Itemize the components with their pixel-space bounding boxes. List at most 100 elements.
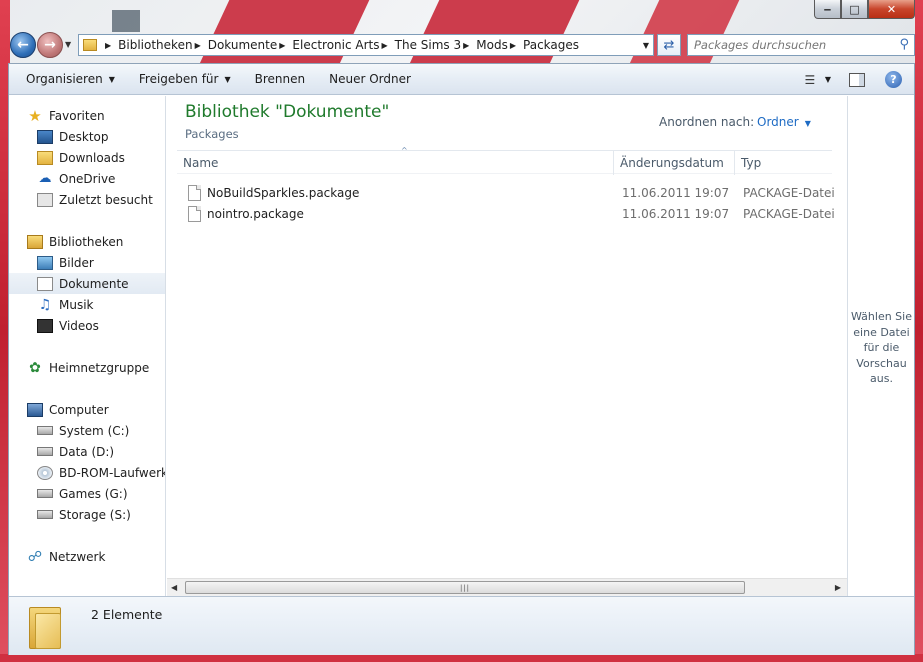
file-row[interactable]: nointro.package 11.06.2011 19:07 PACKAGE… <box>177 203 835 224</box>
file-row[interactable]: NoBuildSparkles.package 11.06.2011 19:07… <box>177 182 835 203</box>
address-dropdown-icon[interactable]: ▼ <box>643 41 649 50</box>
horizontal-scrollbar[interactable]: ◀ ||| ▶ <box>167 578 847 596</box>
library-title: Bibliothek "Dokumente" <box>185 102 390 122</box>
recent-places-icon <box>37 192 53 207</box>
file-icon <box>188 206 201 222</box>
document-icon <box>37 276 53 291</box>
view-dropdown-icon[interactable]: ▼ <box>825 75 831 84</box>
nav-item-drive-d[interactable]: Data (D:) <box>37 441 114 462</box>
nav-item-homegroup[interactable]: ✿ Heimnetzgruppe <box>27 357 149 378</box>
search-input[interactable] <box>694 38 890 52</box>
column-header: ^ Name Änderungsdatum Typ <box>177 146 832 175</box>
nav-item-libraries[interactable]: Bibliotheken <box>27 231 123 252</box>
share-with-button[interactable]: Freigeben für ▼ <box>127 64 243 95</box>
breadcrumb-bibliotheken[interactable]: Bibliotheken ▶ <box>118 38 208 52</box>
pictures-icon <box>37 255 53 270</box>
file-name: nointro.package <box>207 206 304 221</box>
preview-pane-toggle-icon[interactable] <box>849 72 865 87</box>
breadcrumb-electronic-arts[interactable]: Electronic Arts ▶ <box>292 38 394 52</box>
nav-item-drive-c[interactable]: System (C:) <box>37 420 129 441</box>
file-name: NoBuildSparkles.package <box>207 185 360 200</box>
breadcrumb-dokumente[interactable]: Dokumente ▶ <box>208 38 293 52</box>
chevron-down-icon: ▼ <box>224 74 231 84</box>
chevron-down-icon: ▼ <box>804 119 811 128</box>
refresh-button[interactable]: ⇄ <box>657 34 681 56</box>
window-caption-buttons: ‒ □ ✕ <box>814 0 915 19</box>
organize-button[interactable]: Organisieren ▼ <box>9 64 127 95</box>
nav-item-drive-g[interactable]: Games (G:) <box>37 483 128 504</box>
address-bar[interactable]: ▶ Bibliotheken ▶ Dokumente ▶ Electronic Ar… <box>78 34 654 56</box>
cloud-icon: ☁ <box>38 171 52 186</box>
back-arrow-icon: ← <box>17 37 29 53</box>
file-icon <box>188 185 201 201</box>
scroll-left-icon[interactable]: ◀ <box>171 583 177 592</box>
nav-item-favorites[interactable]: ★ Favoriten <box>27 105 104 126</box>
burn-button[interactable]: Brennen <box>243 64 317 95</box>
breadcrumb-the-sims-3[interactable]: The Sims 3 ▶ <box>395 38 477 52</box>
chevron-right-icon[interactable]: ▶ <box>463 41 469 50</box>
nav-item-drive-s[interactable]: Storage (S:) <box>37 504 131 525</box>
desktop-icon <box>37 129 53 144</box>
help-icon[interactable]: ? <box>885 71 902 88</box>
computer-icon <box>27 402 43 417</box>
breadcrumb-mods[interactable]: Mods ▶ <box>476 38 523 52</box>
music-note-icon: ♫ <box>38 296 52 313</box>
arrange-by-label: Anordnen nach: <box>659 115 755 129</box>
column-date[interactable]: Änderungsdatum <box>614 151 734 175</box>
drive-icon <box>37 447 53 456</box>
scrollbar-thumb[interactable]: ||| <box>185 581 745 594</box>
libraries-icon <box>27 234 43 249</box>
nav-item-downloads[interactable]: Downloads <box>37 147 125 168</box>
scroll-right-icon[interactable]: ▶ <box>835 583 841 592</box>
chevron-down-icon: ▼ <box>108 74 115 84</box>
drive-icon <box>37 510 53 519</box>
drive-icon <box>37 489 53 498</box>
file-type: PACKAGE-Datei <box>743 185 835 200</box>
chevron-right-icon[interactable]: ▶ <box>279 41 285 50</box>
arrange-by-dropdown[interactable]: Ordner ▼ <box>757 115 811 129</box>
chevron-right-icon[interactable]: ▶ <box>105 41 111 50</box>
nav-item-recent[interactable]: Zuletzt besucht <box>37 189 153 210</box>
nav-item-computer[interactable]: Computer <box>27 399 109 420</box>
breadcrumb-packages[interactable]: Packages <box>523 38 579 52</box>
downloads-folder-icon <box>37 150 53 165</box>
nav-item-bd-rom[interactable]: BD-ROM-Laufwerk ( <box>37 462 165 483</box>
back-button[interactable]: ← <box>10 32 36 58</box>
search-box[interactable]: ⚲ <box>687 34 915 56</box>
recent-pages-dropdown[interactable]: ▼ <box>65 40 71 49</box>
nav-item-desktop[interactable]: Desktop <box>37 126 109 147</box>
navigation-bar: ← → ▼ ▶ Bibliotheken ▶ Dokumente ▶ Electro… <box>8 30 915 60</box>
star-icon: ★ <box>28 106 42 125</box>
chevron-right-icon[interactable]: ▶ <box>510 41 516 50</box>
command-bar: Organisieren ▼ Freigeben für ▼ Brennen Neu… <box>9 64 914 95</box>
nav-item-music[interactable]: ♫ Musik <box>37 294 94 315</box>
file-list-area[interactable]: Bibliothek "Dokumente" Packages Anordnen… <box>167 96 847 596</box>
column-type[interactable]: Typ <box>735 151 831 175</box>
forward-button[interactable]: → <box>37 32 63 58</box>
preview-placeholder-text: Wählen Sie eine Datei für die Vorschau a… <box>851 310 912 385</box>
refresh-icon: ⇄ <box>663 37 675 53</box>
nav-item-onedrive[interactable]: ☁ OneDrive <box>37 168 116 189</box>
nav-item-documents[interactable]: Dokumente <box>9 273 165 294</box>
nav-item-network[interactable]: ☍ Netzwerk <box>27 546 106 567</box>
chevron-right-icon[interactable]: ▶ <box>382 41 388 50</box>
nav-item-pictures[interactable]: Bilder <box>37 252 94 273</box>
system-drive-icon <box>37 426 53 435</box>
column-name[interactable]: Name <box>177 151 607 175</box>
minimize-button[interactable]: ‒ <box>814 0 841 19</box>
file-date: 11.06.2011 19:07 <box>622 206 730 221</box>
navigation-pane: ★ Favoriten Desktop Downloads ☁ OneDrive Z… <box>9 96 166 596</box>
close-button[interactable]: ✕ <box>868 0 915 19</box>
item-count: 2 Elemente <box>91 607 163 622</box>
maximize-button[interactable]: □ <box>841 0 868 19</box>
file-date: 11.06.2011 19:07 <box>622 185 730 200</box>
explorer-window: Organisieren ▼ Freigeben für ▼ Brennen Neu… <box>8 63 915 655</box>
details-pane: 2 Elemente <box>9 596 914 655</box>
new-folder-button[interactable]: Neuer Ordner <box>317 64 423 95</box>
disc-drive-icon <box>37 465 53 480</box>
chevron-right-icon[interactable]: ▶ <box>195 41 201 50</box>
nav-item-videos[interactable]: Videos <box>37 315 99 336</box>
view-options-icon[interactable]: ☰ <box>801 73 819 87</box>
search-icon[interactable]: ⚲ <box>899 37 909 52</box>
folder-icon <box>29 603 61 649</box>
